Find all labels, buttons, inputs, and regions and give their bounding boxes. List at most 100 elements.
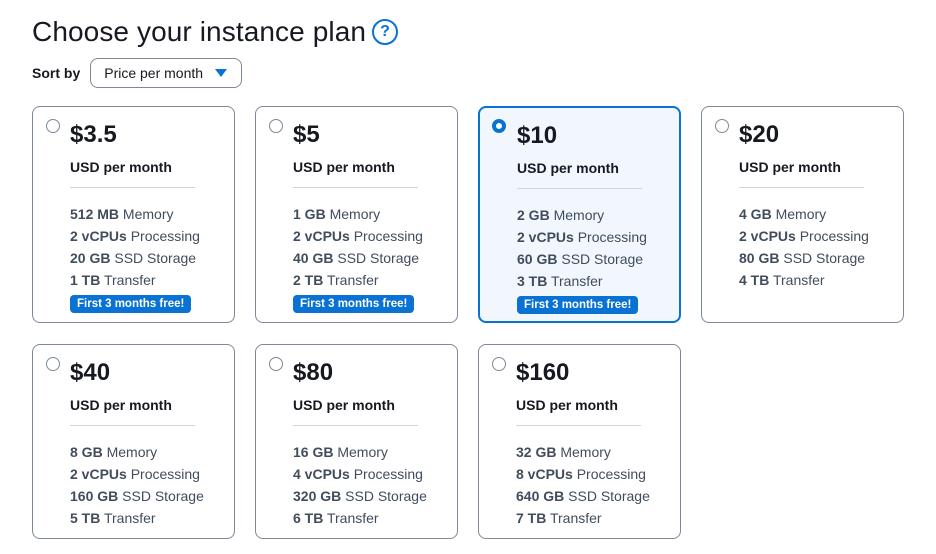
spec-label: Memory xyxy=(553,207,605,223)
spec-memory: 4 GB Memory xyxy=(739,203,869,225)
spec-value: 1 TB xyxy=(70,272,101,288)
spec-label: Transfer xyxy=(549,510,602,526)
spec-value: 320 GB xyxy=(293,488,342,504)
spec-storage: 60 GB SSD Storage xyxy=(517,248,647,270)
plan-card-160[interactable]: $160 USD per month 32 GB Memory 8 vCPUs … xyxy=(478,344,681,539)
spec-label: Memory xyxy=(329,206,381,222)
spec-value: 4 TB xyxy=(739,272,770,288)
spec-label: Processing xyxy=(130,466,200,482)
spec-memory: 16 GB Memory xyxy=(293,441,427,463)
page-title: Choose your instance plan xyxy=(32,16,367,47)
spec-transfer: 6 TB Transfer xyxy=(293,507,427,529)
spec-label: Processing xyxy=(799,228,869,244)
promo-badge: First 3 months free! xyxy=(517,296,639,314)
divider xyxy=(739,187,864,188)
spec-value: 7 TB xyxy=(516,510,547,526)
divider xyxy=(293,187,418,188)
spec-label: SSD Storage xyxy=(568,488,650,504)
spec-value: 80 GB xyxy=(739,250,780,266)
spec-value: 20 GB xyxy=(70,250,111,266)
plan-specs: 16 GB Memory 4 vCPUs Processing 320 GB S… xyxy=(293,441,427,529)
spec-storage: 160 GB SSD Storage xyxy=(70,485,204,507)
plan-card-3-5[interactable]: $3.5 USD per month 512 MB Memory 2 vCPUs… xyxy=(32,106,235,323)
spec-value: 2 vCPUs xyxy=(293,228,350,244)
plan-specs: 1 GB Memory 2 vCPUs Processing 40 GB SSD… xyxy=(293,203,423,313)
help-icon[interactable]: ? xyxy=(372,19,399,45)
divider xyxy=(517,188,642,189)
spec-label: Processing xyxy=(130,228,200,244)
spec-label: Memory xyxy=(122,206,174,222)
spec-value: 2 vCPUs xyxy=(70,228,127,244)
plan-price: $20 xyxy=(739,121,780,148)
plan-unit: USD per month xyxy=(517,160,619,176)
spec-memory: 1 GB Memory xyxy=(293,203,423,225)
spec-value: 8 GB xyxy=(70,444,103,460)
plan-card-80[interactable]: $80 USD per month 16 GB Memory 4 vCPUs P… xyxy=(255,344,458,539)
spec-value: 40 GB xyxy=(293,250,334,266)
plan-radio[interactable] xyxy=(492,357,506,371)
spec-label: Memory xyxy=(775,206,827,222)
plan-specs: 4 GB Memory 2 vCPUs Processing 80 GB SSD… xyxy=(739,203,869,291)
spec-label: Transfer xyxy=(326,272,379,288)
sort-row: Sort by Price per month xyxy=(32,58,243,88)
spec-processing: 4 vCPUs Processing xyxy=(293,463,427,485)
plan-unit: USD per month xyxy=(293,159,395,175)
spec-transfer: 4 TB Transfer xyxy=(739,269,869,291)
spec-label: SSD Storage xyxy=(561,251,644,267)
plan-card-5[interactable]: $5 USD per month 1 GB Memory 2 vCPUs Pro… xyxy=(255,106,458,323)
spec-memory: 2 GB Memory xyxy=(517,204,647,226)
spec-memory: 8 GB Memory xyxy=(70,441,204,463)
plan-unit: USD per month xyxy=(293,397,395,413)
spec-storage: 40 GB SSD Storage xyxy=(293,247,423,269)
plan-radio[interactable] xyxy=(492,119,506,133)
plan-specs: 32 GB Memory 8 vCPUs Processing 640 GB S… xyxy=(516,441,650,529)
plan-radio[interactable] xyxy=(46,119,60,133)
plan-card-20[interactable]: $20 USD per month 4 GB Memory 2 vCPUs Pr… xyxy=(701,106,904,323)
spec-value: 60 GB xyxy=(517,251,558,267)
plan-radio[interactable] xyxy=(46,357,60,371)
spec-label: Memory xyxy=(560,444,611,460)
promo-badge: First 3 months free! xyxy=(293,295,415,313)
spec-processing: 2 vCPUs Processing xyxy=(293,225,423,247)
spec-label: SSD Storage xyxy=(783,250,866,266)
spec-processing: 2 vCPUs Processing xyxy=(739,225,869,247)
spec-value: 512 MB xyxy=(70,206,120,222)
plan-radio[interactable] xyxy=(269,119,283,133)
plan-price: $3.5 xyxy=(70,121,117,148)
divider xyxy=(70,187,195,188)
spec-processing: 8 vCPUs Processing xyxy=(516,463,650,485)
plan-unit: USD per month xyxy=(70,397,172,413)
plan-price: $5 xyxy=(293,121,320,148)
sort-dropdown[interactable]: Price per month xyxy=(90,58,243,88)
promo-badge: First 3 months free! xyxy=(70,295,192,313)
spec-label: Transfer xyxy=(103,510,156,526)
plan-card-10[interactable]: $10 USD per month 2 GB Memory 2 vCPUs Pr… xyxy=(478,106,681,323)
plan-radio[interactable] xyxy=(715,119,729,133)
spec-label: Memory xyxy=(337,444,388,460)
spec-value: 1 GB xyxy=(293,206,326,222)
spec-transfer: 1 TB Transfer xyxy=(70,269,200,291)
spec-label: Memory xyxy=(106,444,158,460)
spec-value: 16 GB xyxy=(293,444,334,460)
spec-value: 6 TB xyxy=(293,510,324,526)
spec-transfer: 5 TB Transfer xyxy=(70,507,204,529)
spec-label: Processing xyxy=(353,466,423,482)
plan-card-40[interactable]: $40 USD per month 8 GB Memory 2 vCPUs Pr… xyxy=(32,344,235,539)
spec-transfer: 7 TB Transfer xyxy=(516,507,650,529)
spec-label: Processing xyxy=(576,466,646,482)
spec-label: Transfer xyxy=(772,272,825,288)
divider xyxy=(70,425,195,426)
plan-specs: 512 MB Memory 2 vCPUs Processing 20 GB S… xyxy=(70,203,200,313)
plan-price: $80 xyxy=(293,359,334,386)
page-header: Choose your instance plan ? xyxy=(32,16,399,48)
spec-storage: 20 GB SSD Storage xyxy=(70,247,200,269)
plan-unit: USD per month xyxy=(739,159,841,175)
spec-memory: 32 GB Memory xyxy=(516,441,650,463)
spec-transfer: 2 TB Transfer xyxy=(293,269,423,291)
spec-label: SSD Storage xyxy=(337,250,420,266)
plan-unit: USD per month xyxy=(516,397,618,413)
spec-label: Transfer xyxy=(326,510,379,526)
spec-processing: 2 vCPUs Processing xyxy=(70,225,200,247)
spec-label: Processing xyxy=(353,228,423,244)
plan-radio[interactable] xyxy=(269,357,283,371)
